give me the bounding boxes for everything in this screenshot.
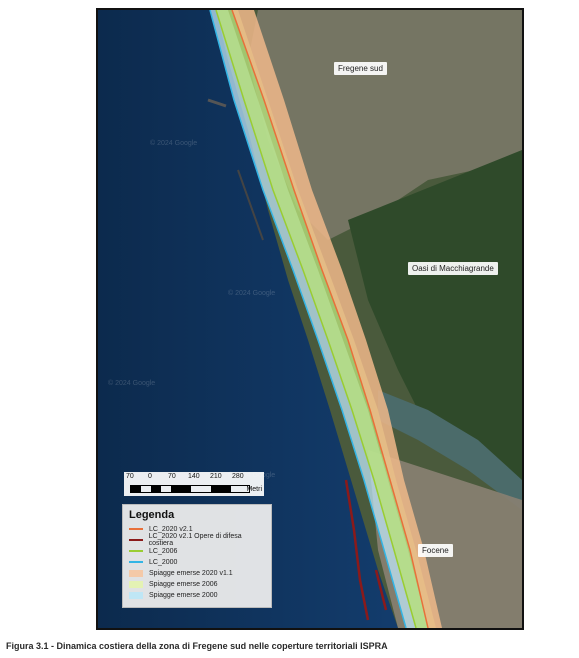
legend-item: Spiagge emerse 2020 v1.1 — [129, 568, 265, 578]
scale-tick: 70 — [168, 473, 176, 480]
scale-bar: 70 0 70 140 210 280 Metri — [124, 472, 264, 496]
legend-swatch — [129, 569, 143, 577]
scale-unit: Metri — [246, 486, 262, 493]
watermark: © 2024 Google — [228, 290, 276, 297]
scale-tick: 0 — [148, 473, 152, 480]
legend-item: LC_2006 — [129, 546, 265, 556]
place-label-fregene-sud: Fregene sud — [334, 62, 387, 75]
legend-item-label: Spiagge emerse 2000 — [149, 591, 218, 599]
legend-title: Legenda — [129, 509, 175, 521]
legend-swatch — [129, 539, 143, 541]
legend-item: Spiagge emerse 2000 — [129, 590, 265, 600]
legend-item-label: LC_2000 — [149, 558, 178, 566]
legend-swatch — [129, 528, 143, 530]
watermark: © 2024 Google — [150, 140, 198, 147]
figure-caption: Figura 3.1 - Dinamica costiera della zon… — [6, 641, 388, 651]
legend-swatch — [129, 561, 143, 563]
legend-item-label: LC_2020 v2.1 Opere di difesa costiera — [148, 533, 242, 547]
legend-item-label: LC_2006 — [149, 547, 178, 555]
place-label-focene: Focene — [418, 544, 453, 557]
legend-swatch — [129, 550, 143, 552]
legend-swatch — [129, 591, 143, 599]
scale-tick: 210 — [210, 473, 222, 480]
legend-item-label: LC_2020 v2.1 — [149, 525, 193, 533]
scale-tick: 70 — [126, 473, 134, 480]
legend-panel: Legenda LC_2020 v2.1 LC_2020 v2.1 Opere d… — [122, 504, 272, 608]
scale-bar-graphic — [130, 485, 250, 493]
legend-item: LC_2020 v2.1 Opere di difesa costiera — [129, 533, 265, 547]
map-frame[interactable]: © 2024 Google © 2024 Google © 2024 Googl… — [96, 8, 524, 630]
legend-item: Spiagge emerse 2006 — [129, 579, 265, 589]
scale-tick: 280 — [232, 473, 244, 480]
legend-swatch — [129, 580, 143, 588]
legend-item-label: Spiagge emerse 2006 — [149, 580, 218, 588]
legend-item: LC_2000 — [129, 557, 265, 567]
watermark: © 2024 Google — [108, 380, 156, 387]
scale-tick: 140 — [188, 473, 200, 480]
place-label-oasi: Oasi di Macchiagrande — [408, 262, 498, 275]
legend-item-label: Spiagge emerse 2020 v1.1 — [149, 569, 233, 577]
